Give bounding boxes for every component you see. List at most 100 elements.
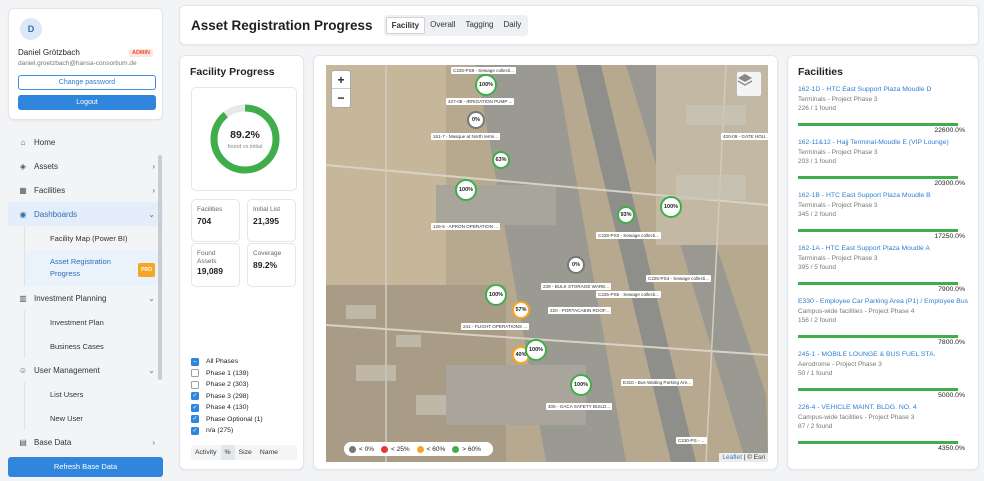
stat-initial-list: Initial List 21,395 bbox=[247, 199, 296, 242]
map-label: 427-08 - IRRIGATION PUMP ... bbox=[446, 98, 515, 105]
stat-found-assets: Found Assets 19,089 bbox=[191, 243, 240, 287]
layers-icon bbox=[737, 74, 753, 86]
phase-checkbox[interactable]: ✓ bbox=[191, 415, 199, 424]
phase-option[interactable]: ✓ Phase 4 (130) bbox=[191, 402, 301, 414]
chart-icon: ▥ bbox=[19, 293, 27, 303]
facility-item[interactable]: 162-1A - HTC East Support Plaza Moudle A… bbox=[798, 245, 968, 298]
map-marker[interactable]: 100% bbox=[475, 74, 497, 96]
map-marker[interactable]: 63% bbox=[492, 151, 510, 169]
phase-checkbox[interactable]: ✓ bbox=[191, 426, 199, 435]
layers-button[interactable] bbox=[736, 71, 762, 97]
facility-name[interactable]: 162-1D - HTC East Support Plaza Moudle D bbox=[798, 86, 968, 93]
tab-daily[interactable]: Daily bbox=[499, 17, 527, 34]
sidebar-item-facility-map[interactable]: Facility Map (Power BI) bbox=[24, 226, 163, 250]
map-marker[interactable]: 100% bbox=[455, 179, 477, 201]
facility-count: 395 / 5 found bbox=[798, 264, 836, 271]
map-marker[interactable]: 100% bbox=[660, 196, 682, 218]
tab-overall[interactable]: Overall bbox=[425, 17, 460, 34]
phase-option[interactable]: – All Phases bbox=[191, 356, 301, 368]
phase-option[interactable]: Phase 2 (303) bbox=[191, 379, 301, 391]
sort-option[interactable]: Size bbox=[235, 445, 256, 460]
sidebar-item-business-cases[interactable]: Business Cases bbox=[24, 334, 163, 358]
facility-name[interactable]: 226-4 - VEHICLE MAINT. BLDG. NO. 4 bbox=[798, 404, 968, 411]
sidebar-item-asset-registration[interactable]: Asset Registration Progress PRO bbox=[24, 250, 163, 286]
map-label: 405 - GACA SAFETY BUILD... bbox=[546, 403, 613, 410]
sidebar-item-assets[interactable]: ◈ Assets › bbox=[8, 154, 163, 178]
facility-name[interactable]: 162-1A - HTC East Support Plaza Moudle A bbox=[798, 245, 968, 252]
zoom-in-button[interactable]: + bbox=[332, 71, 350, 89]
user-name: Daniel Grötzbach bbox=[18, 48, 80, 57]
sidebar-item-home[interactable]: ⌂ Home bbox=[8, 130, 163, 154]
phase-checkbox[interactable]: – bbox=[191, 357, 199, 366]
facility-category: Terminals - Project Phase 3 bbox=[798, 202, 878, 209]
sidebar-item-new-user[interactable]: New User bbox=[24, 406, 163, 430]
facility-name[interactable]: E330 - Employee Car Parking Area (P1) / … bbox=[798, 298, 968, 305]
progress-percent: 89.2% bbox=[230, 129, 260, 141]
sidebar-item-base-data[interactable]: ▤ Base Data › bbox=[8, 430, 163, 454]
logout-button[interactable]: Logout bbox=[18, 95, 156, 110]
chevron-right-icon: › bbox=[152, 161, 155, 171]
facility-item[interactable]: 162-11&12 - Hajj Terminal-Moudle E (VIP … bbox=[798, 139, 968, 192]
facility-item[interactable]: 162-1D - HTC East Support Plaza Moudle D… bbox=[798, 86, 968, 139]
sidebar-item-user-management[interactable]: ☺ User Management ⌄ bbox=[8, 358, 163, 382]
facility-category: Campus-wide facilities - Project Phase 3 bbox=[798, 414, 915, 421]
map-marker[interactable]: 93% bbox=[617, 206, 635, 224]
sidebar-item-facilities[interactable]: ▦ Facilities › bbox=[8, 178, 163, 202]
stat-coverage: Coverage 89.2% bbox=[247, 243, 296, 287]
sidebar-item-dashboards[interactable]: ◉ Dashboards ⌄ bbox=[8, 202, 163, 226]
user-email: daniel.groetzbach@hansa-consortium.de bbox=[18, 60, 137, 67]
map-label: 241 - FLIGHT OPERATIONS ... bbox=[461, 323, 530, 330]
assets-icon: ◈ bbox=[19, 161, 27, 171]
sort-option[interactable]: Activity bbox=[191, 445, 221, 460]
phase-option[interactable]: ✓ Phase 3 (298) bbox=[191, 391, 301, 403]
tab-tagging[interactable]: Tagging bbox=[460, 17, 498, 34]
map-marker[interactable]: 0% bbox=[567, 256, 585, 274]
leaflet-link[interactable]: Leaflet bbox=[722, 454, 742, 461]
tab-facility[interactable]: Facility bbox=[385, 16, 426, 34]
panel-title: Facilities bbox=[798, 66, 843, 78]
facility-name[interactable]: 162-1B - HTC East Support Plaza Moudle B bbox=[798, 192, 968, 199]
phase-option[interactable]: ✓ n/a (275) bbox=[191, 425, 301, 437]
zoom-out-button[interactable]: − bbox=[332, 89, 350, 107]
progress-subtitle: found vs initial bbox=[227, 144, 263, 150]
facility-progress-bar bbox=[798, 441, 958, 444]
facility-item[interactable]: E330 - Employee Car Parking Area (P1) / … bbox=[798, 298, 968, 351]
phase-checkbox[interactable] bbox=[191, 369, 199, 378]
map-marker[interactable]: 0% bbox=[467, 111, 485, 129]
facility-map[interactable]: 100% 0% 63% 100% 93% 100% 0% 100% 57% 40% 100% 100%… bbox=[326, 65, 768, 462]
change-password-button[interactable]: Change password bbox=[18, 75, 156, 90]
sidebar-scrollbar[interactable] bbox=[158, 155, 162, 380]
sidebar-item-investment-planning[interactable]: ▥ Investment Planning ⌄ bbox=[8, 286, 163, 310]
phase-checkbox[interactable]: ✓ bbox=[191, 403, 199, 412]
phase-option[interactable]: Phase 1 (139) bbox=[191, 368, 301, 380]
phase-option[interactable]: ✓ Phase Optional (1) bbox=[191, 414, 301, 426]
phase-label: Phase Optional (1) bbox=[206, 415, 263, 423]
chevron-down-icon: ⌄ bbox=[148, 365, 155, 375]
phase-checkbox[interactable]: ✓ bbox=[191, 392, 199, 401]
facility-percent: 4350.0% bbox=[938, 445, 965, 452]
map-marker[interactable]: 57% bbox=[512, 301, 530, 319]
map-marker[interactable]: 100% bbox=[485, 284, 507, 306]
phase-checkbox[interactable] bbox=[191, 380, 199, 389]
sort-option[interactable]: % bbox=[220, 445, 235, 460]
facility-progress-bar bbox=[798, 335, 958, 338]
facility-name[interactable]: 162-11&12 - Hajj Terminal-Moudle E (VIP … bbox=[798, 139, 968, 146]
map-label: E310 - Bus Waiting Parking Are... bbox=[621, 379, 694, 386]
map-marker[interactable]: 100% bbox=[570, 374, 592, 396]
facility-item[interactable]: 162-1B - HTC East Support Plaza Moudle B… bbox=[798, 192, 968, 245]
stat-facilities: Facilities 704 bbox=[191, 199, 240, 242]
map-marker[interactable]: 100% bbox=[525, 339, 547, 361]
facilities-panel: Facilities 162-1D - HTC East Support Pla… bbox=[787, 55, 979, 470]
refresh-base-data-button[interactable]: Refresh Base Data bbox=[8, 457, 163, 477]
sidebar-item-investment-plan[interactable]: Investment Plan bbox=[24, 310, 163, 334]
sidebar-item-label: User Management bbox=[34, 365, 100, 375]
sidebar-item-list-users[interactable]: List Users bbox=[24, 382, 163, 406]
facility-list: 162-1D - HTC East Support Plaza Moudle D… bbox=[798, 86, 968, 457]
facility-name[interactable]: 245-1 - MOBILE LOUNGE & BUS FUEL STA. bbox=[798, 351, 968, 358]
sidebar-item-label: Base Data bbox=[34, 437, 72, 447]
facility-item[interactable]: 245-1 - MOBILE LOUNGE & BUS FUEL STA. Aer… bbox=[798, 351, 968, 404]
phase-label: Phase 1 (139) bbox=[206, 369, 249, 377]
facility-item[interactable]: 226-4 - VEHICLE MAINT. BLDG. NO. 4 Campus… bbox=[798, 404, 968, 457]
sort-option[interactable]: Name bbox=[256, 445, 282, 460]
facility-category: Terminals - Project Phase 3 bbox=[798, 96, 878, 103]
